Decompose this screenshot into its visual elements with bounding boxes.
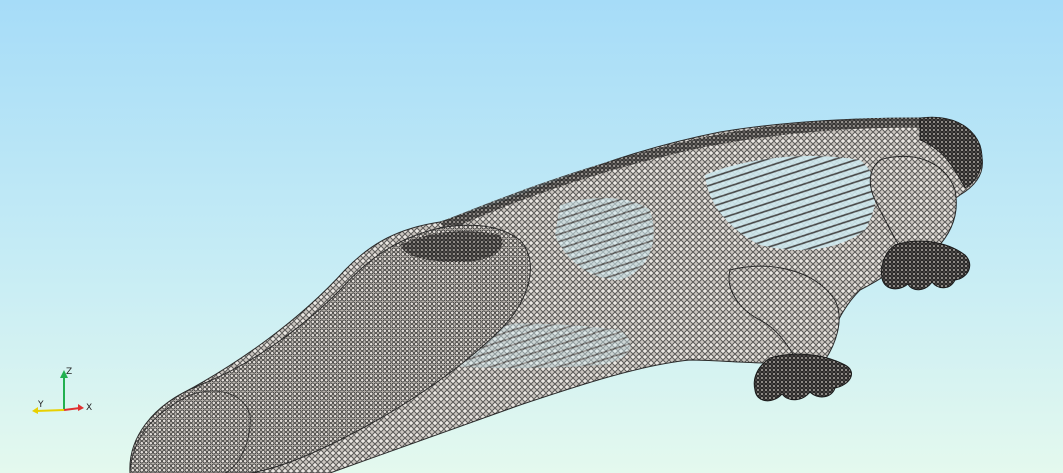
x-axis-line [63, 407, 81, 411]
front-foot [753, 353, 852, 402]
z-axis-label: Z [66, 367, 72, 377]
orientation-triad: Z X Y [32, 367, 92, 414]
snout-tip [129, 390, 251, 473]
rear-foot [881, 240, 971, 291]
3d-viewport[interactable]: Z X Y [0, 0, 1063, 473]
x-axis-label: X [86, 403, 92, 413]
crocodile-mesh[interactable] [0, 0, 1063, 473]
x-axis-arrow [78, 404, 84, 411]
y-axis-line [35, 409, 65, 412]
y-axis-label: Y [37, 400, 44, 410]
